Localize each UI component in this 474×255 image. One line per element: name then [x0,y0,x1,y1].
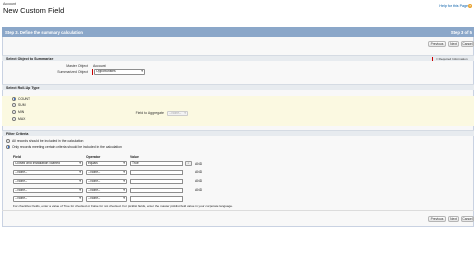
filter-option-some: Only records meeting certain criteria sh… [12,144,122,149]
radio-some-records[interactable] [6,144,10,149]
summarized-object-select[interactable]: Opportunities [94,69,145,75]
question-icon[interactable]: ? [468,3,472,8]
rollup-options-band [2,96,474,126]
rollup-option-max: MAX [18,117,26,121]
cancel-button-bottom[interactable]: Cancel [461,216,474,222]
filter-operator-select-5[interactable]: --None-- [86,196,127,202]
filter-connector-4: AND [195,187,203,192]
filter-connector-3: AND [195,178,203,183]
filter-field-select-4[interactable]: --None-- [13,187,83,193]
radio-all-records[interactable] [6,139,10,143]
filter-note: For checkbox fields, enter a value of Tr… [13,203,233,208]
next-button[interactable]: Next [448,41,459,47]
required-indicator [432,57,433,61]
filter-value-input-3[interactable] [130,178,183,184]
filter-section-title: Filter Criteria [6,131,29,136]
radio-min[interactable] [12,110,16,114]
rollup-section-header [2,84,474,90]
divider [2,210,474,211]
radio-sum[interactable] [12,103,16,107]
filter-connector-2: AND [195,169,203,174]
filter-value-input-5[interactable] [130,196,183,202]
column-field-header: Field [13,154,21,159]
column-operator-header: Operator [86,154,101,159]
master-object-value: Account [93,64,106,68]
filter-section-header [2,130,474,136]
field-to-aggregate-label: Field to Aggregate [135,111,164,115]
master-object-label: Master Object [66,64,88,68]
filter-operator-select-2[interactable]: --None-- [86,169,127,175]
filter-option-all: All records should be included in the ca… [12,139,84,143]
rollup-section-title: Select Roll-Up Type [6,85,40,90]
page-title: New Custom Field [3,6,65,15]
step-title: Step 3. Define the summary calculation [5,29,83,35]
rollup-option-min: MIN [18,110,25,114]
radio-count[interactable] [12,96,16,101]
summarize-section-header [2,55,474,61]
filter-field-select-2[interactable]: --None-- [13,169,83,175]
summarize-section-title: Select Object to Summarize [6,56,54,61]
required-info-text: = Required Information [436,57,468,61]
filter-value-input-1[interactable]: True [130,160,183,166]
filter-connector-1: AND [195,161,203,166]
required-mark [92,69,93,75]
rollup-option-sum: SUM [18,103,26,107]
filter-field-select-3[interactable]: --None-- [13,178,83,184]
lookup-icon[interactable]: ⌕ [185,160,192,166]
next-button-bottom[interactable]: Next [448,216,459,222]
filter-operator-select-3[interactable]: --None-- [86,178,127,184]
step-counter: Step 3 of 5 [450,29,472,35]
cancel-button[interactable]: Cancel [461,41,474,47]
filter-value-input-2[interactable] [130,169,183,175]
filter-operator-select-4[interactable]: --None-- [86,187,127,193]
filter-field-select-5[interactable]: --None-- [13,196,83,202]
help-link[interactable]: Help for this Page [439,4,468,8]
previous-button-bottom[interactable]: Previous [428,216,446,222]
radio-max[interactable] [12,117,16,121]
filter-field-select-1[interactable]: Closed and Installation Started [13,160,83,166]
filter-value-input-4[interactable] [130,187,183,193]
previous-button[interactable]: Previous [428,41,446,47]
field-to-aggregate-select[interactable]: --None-- [167,110,188,116]
column-value-header: Value [130,154,139,159]
summarized-object-label: Summarized Object [57,69,88,74]
rollup-option-count: COUNT [18,96,31,101]
filter-operator-select-1[interactable]: equals [86,160,127,166]
